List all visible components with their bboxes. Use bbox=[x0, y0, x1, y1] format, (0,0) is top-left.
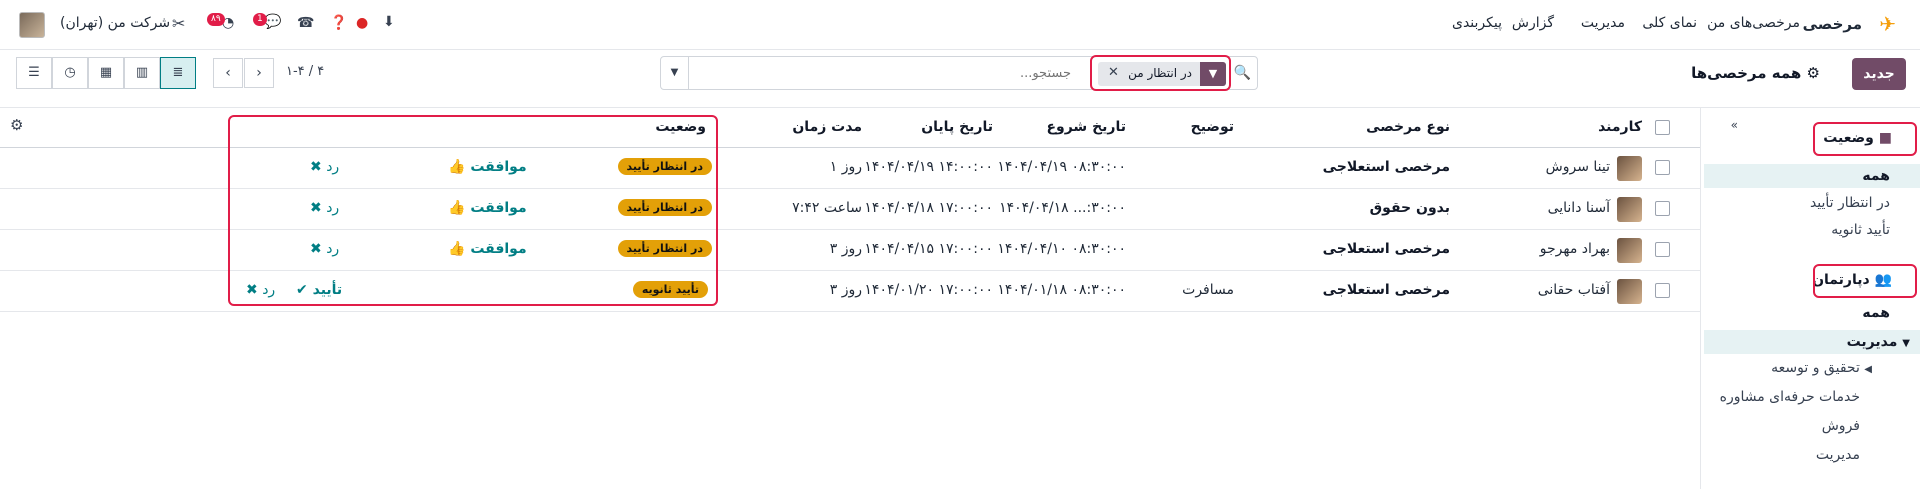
cell-start: ۱۴۰۴/۰۴/۱۸ ...:۳۰:۰۰ bbox=[999, 200, 1126, 216]
row-checkbox[interactable] bbox=[1655, 160, 1670, 175]
company-switcher[interactable]: شرکت من (تهران) bbox=[60, 15, 170, 31]
pager-next-button[interactable]: › bbox=[244, 58, 274, 88]
gantt-view-button[interactable]: ☰ bbox=[16, 57, 52, 89]
cell-employee: بهراد مهرجو bbox=[1539, 241, 1610, 257]
row-checkbox[interactable] bbox=[1655, 242, 1670, 257]
dept-filter-management-parent[interactable]: مدیریت ▼ bbox=[1704, 330, 1920, 354]
header-start[interactable]: تاریخ شروع bbox=[1046, 119, 1126, 135]
app-logo-icon[interactable]: ✈ bbox=[1879, 12, 1896, 36]
menu-configuration[interactable]: پیکربندی bbox=[1452, 15, 1502, 31]
menu-my-timeoff[interactable]: مرخصی‌های من bbox=[1707, 15, 1800, 31]
download-icon[interactable]: ⬇ bbox=[383, 14, 395, 30]
cell-type: مرخصی استعلاجی bbox=[1322, 159, 1450, 175]
caret-left-icon[interactable]: ◀ bbox=[1864, 364, 1872, 375]
cell-duration: ۷:۴۲ ساعت bbox=[792, 200, 862, 216]
page-title-text: همه مرخصی‌ها bbox=[1691, 64, 1802, 82]
status-filter-all[interactable]: همه bbox=[1704, 164, 1920, 188]
new-button[interactable]: جدید bbox=[1852, 58, 1906, 90]
cell-end: ۱۴۰۴/۰۴/۱۵ ۱۷:۰۰:۰۰ bbox=[864, 241, 993, 257]
dept-filter-rnd[interactable]: تحقیق و توسعه ◀ bbox=[1704, 356, 1920, 380]
cell-end: ۱۴۰۴/۰۱/۲۰ ۱۷:۰۰:۰۰ bbox=[864, 282, 993, 298]
activity-badge: ۸۹ bbox=[207, 13, 225, 26]
help-icon[interactable]: ❓ bbox=[330, 15, 347, 31]
user-avatar[interactable] bbox=[19, 12, 45, 38]
cell-type: بدون حقوق bbox=[1369, 200, 1450, 216]
cell-employee: آفتاب حقانی bbox=[1537, 282, 1610, 298]
dept-filter-sales[interactable]: فروش bbox=[1704, 414, 1920, 438]
row-checkbox[interactable] bbox=[1655, 201, 1670, 216]
header-type[interactable]: نوع مرخصی bbox=[1366, 119, 1450, 135]
chat-badge: 1 bbox=[253, 13, 267, 26]
cell-duration: ۳ روز bbox=[829, 241, 862, 257]
menu-reporting[interactable]: گزارش bbox=[1512, 15, 1554, 31]
dept-filter-management[interactable]: مدیریت bbox=[1704, 443, 1920, 467]
app-name[interactable]: مرخصی bbox=[1803, 15, 1862, 33]
page-title: همه مرخصی‌ها ⚙ bbox=[1691, 64, 1820, 82]
cell-type: مرخصی استعلاجی bbox=[1322, 282, 1450, 298]
gear-icon[interactable]: ⚙ bbox=[1807, 64, 1820, 82]
kanban-view-button[interactable]: ▥ bbox=[124, 57, 160, 89]
filter-sidebar: « وضعیت ■ همه در انتظار تأیید تأیید ثانو… bbox=[1700, 108, 1920, 489]
dept-filter-consulting[interactable]: خدمات حرفه‌ای مشاوره bbox=[1704, 385, 1920, 409]
cell-end: ۱۴۰۴/۰۴/۱۸ ۱۷:۰۰:۰۰ bbox=[864, 200, 993, 216]
phone-icon[interactable]: ☎ bbox=[297, 15, 314, 31]
status-filter-second-approval[interactable]: تأیید ثانویه bbox=[1704, 218, 1920, 242]
cell-type: مرخصی استعلاجی bbox=[1322, 241, 1450, 257]
highlight-status bbox=[1813, 122, 1917, 156]
menu-overview[interactable]: نمای کلی bbox=[1642, 15, 1697, 31]
highlight-status-column bbox=[228, 115, 718, 306]
caret-down-icon[interactable]: ▼ bbox=[1902, 338, 1910, 349]
dept-rnd-label: تحقیق و توسعه bbox=[1771, 360, 1860, 376]
pager-prev-button[interactable]: ‹ bbox=[213, 58, 243, 88]
collapse-sidebar-icon[interactable]: « bbox=[1731, 118, 1738, 132]
highlight-facet bbox=[1090, 55, 1231, 91]
activity-view-button[interactable]: ◷ bbox=[52, 57, 88, 89]
employee-avatar bbox=[1617, 238, 1642, 263]
optional-columns-icon[interactable]: ⚙ bbox=[10, 116, 23, 134]
status-filter-pending[interactable]: در انتظار تأیید bbox=[1704, 191, 1920, 215]
dept-filter-all[interactable]: همه bbox=[1704, 301, 1920, 325]
employee-avatar bbox=[1617, 279, 1642, 304]
top-navbar: ✈ مرخصی مرخصی‌های من نمای کلی مدیریت گزا… bbox=[0, 0, 1920, 50]
list-view-button[interactable]: ≣ bbox=[160, 57, 196, 89]
calendar-view-button[interactable]: ▦ bbox=[88, 57, 124, 89]
dept-parent-label: مدیریت bbox=[1846, 334, 1898, 350]
cell-duration: ۱ روز bbox=[829, 159, 862, 175]
employee-avatar bbox=[1617, 156, 1642, 181]
cell-end: ۱۴۰۴/۰۴/۱۹ ۱۴:۰۰:۰۰ bbox=[864, 159, 993, 175]
header-duration[interactable]: مدت زمان bbox=[792, 119, 862, 135]
status-dot-icon[interactable]: ● bbox=[356, 15, 368, 31]
menu-management[interactable]: مدیریت bbox=[1581, 15, 1625, 31]
select-all-checkbox[interactable] bbox=[1655, 120, 1670, 135]
debug-tools-icon[interactable]: ✂ bbox=[172, 14, 185, 33]
header-end[interactable]: تاریخ پایان bbox=[921, 119, 993, 135]
header-description[interactable]: توضیح bbox=[1191, 119, 1234, 135]
cell-employee: آسنا دانایی bbox=[1547, 200, 1610, 216]
cell-duration: ۳ روز bbox=[829, 282, 862, 298]
search-icon[interactable]: 🔍 bbox=[1234, 65, 1251, 81]
search-input[interactable] bbox=[691, 63, 1071, 83]
cell-employee: تینا سروش bbox=[1545, 159, 1610, 175]
highlight-department bbox=[1813, 264, 1917, 298]
cell-start: ۱۴۰۴/۰۴/۱۰ ۰۸:۳۰:۰۰ bbox=[997, 241, 1126, 257]
employee-avatar bbox=[1617, 197, 1642, 222]
cell-start: ۱۴۰۴/۰۱/۱۸ ۰۸:۳۰:۰۰ bbox=[997, 282, 1126, 298]
search-options-caret-icon[interactable]: ▼ bbox=[661, 57, 689, 89]
header-employee[interactable]: کارمند bbox=[1598, 119, 1642, 135]
pager-value[interactable]: ۱-۴ / ۴ bbox=[286, 64, 324, 79]
cell-description: مسافرت bbox=[1182, 282, 1234, 298]
row-checkbox[interactable] bbox=[1655, 283, 1670, 298]
cell-start: ۱۴۰۴/۰۴/۱۹ ۰۸:۳۰:۰۰ bbox=[997, 159, 1126, 175]
